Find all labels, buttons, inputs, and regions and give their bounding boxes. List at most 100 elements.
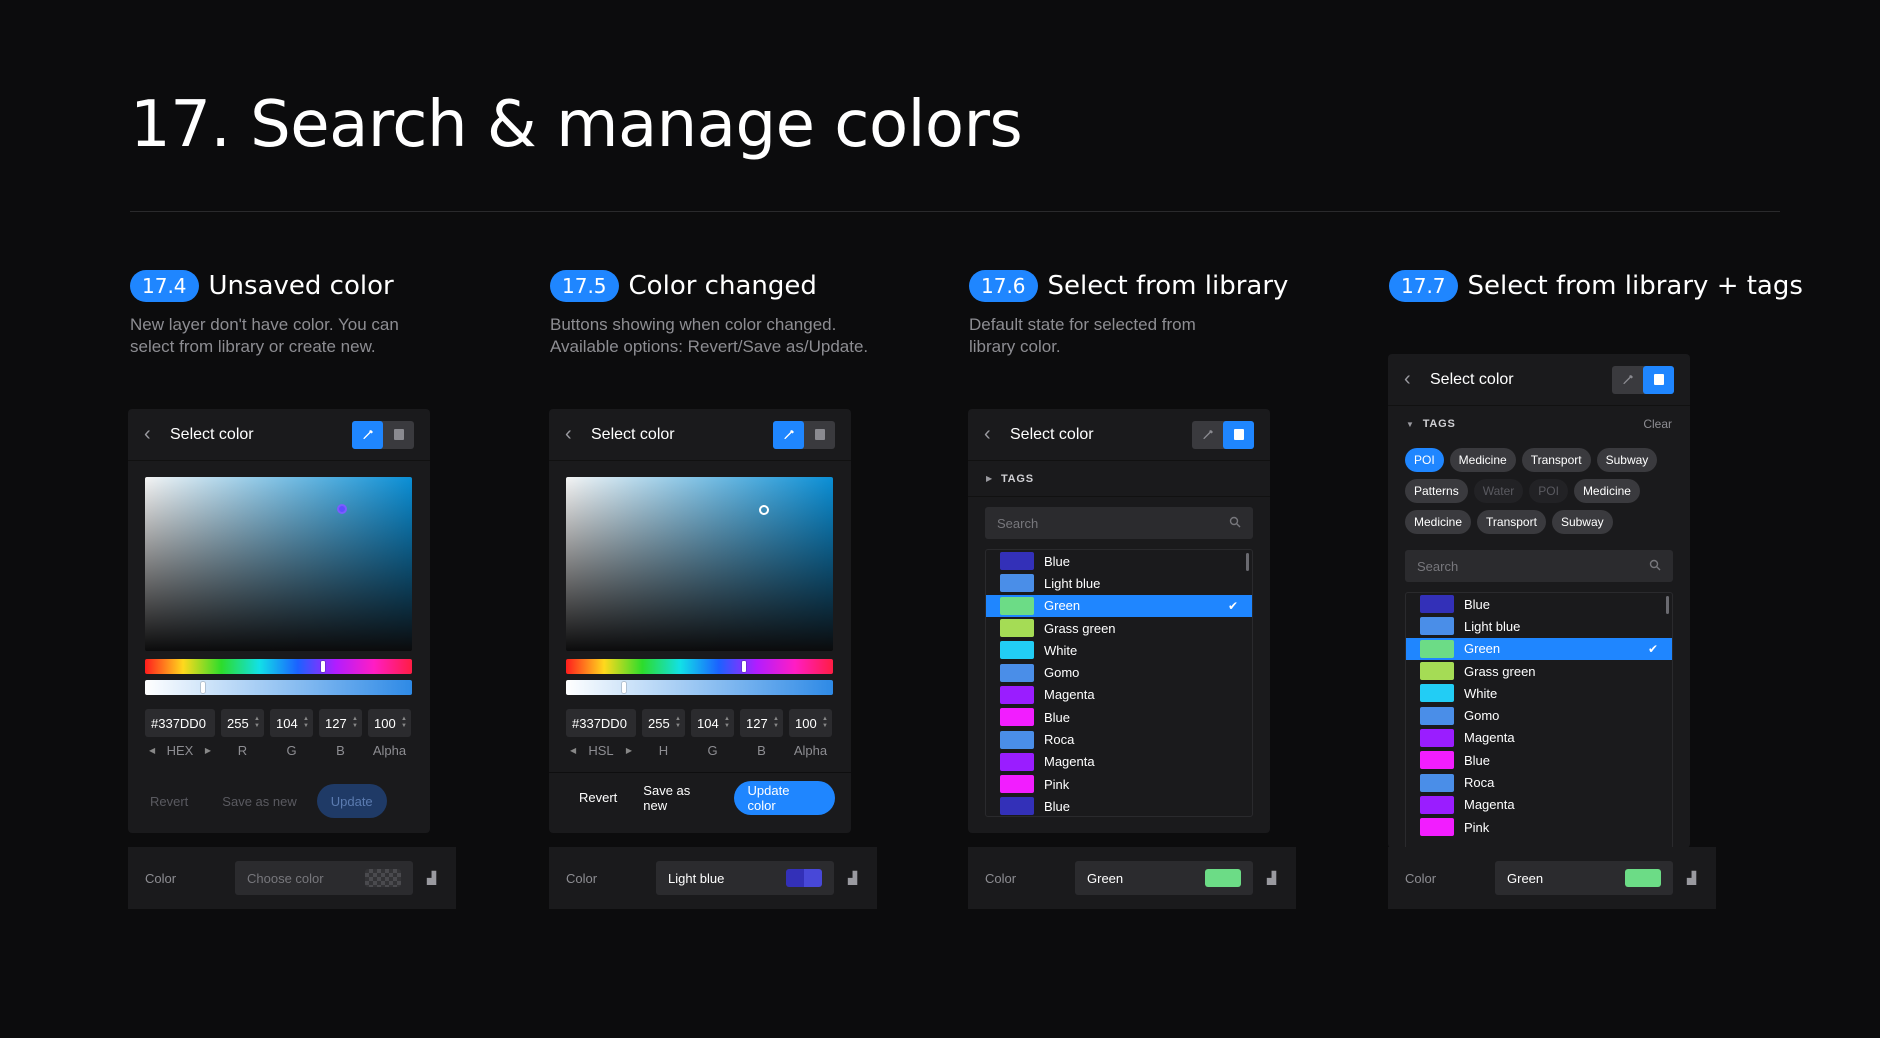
levels-icon[interactable]: ▟ — [848, 871, 857, 885]
book-icon[interactable] — [383, 421, 414, 449]
search-input[interactable]: Search — [1405, 550, 1673, 582]
picker-handle[interactable] — [337, 504, 347, 514]
tag-chip[interactable]: Patterns — [1405, 479, 1468, 503]
alpha-input[interactable]: 100 ▲ ▼ — [789, 709, 832, 737]
color-list-item[interactable]: Grass green — [1406, 660, 1672, 682]
chevron-left-icon[interactable]: ‹ — [984, 423, 1004, 446]
color-list-item[interactable]: White — [1406, 682, 1672, 704]
h-input[interactable]: 255 ▲ ▼ — [642, 709, 685, 737]
saturation-picker[interactable] — [145, 477, 412, 651]
book-icon[interactable] — [804, 421, 835, 449]
tag-chip[interactable]: Medicine — [1449, 448, 1516, 472]
mode-switcher[interactable]: ◀ HEX ▶ — [145, 743, 215, 758]
levels-icon[interactable]: ▟ — [1687, 871, 1696, 885]
color-list-item[interactable]: Blue — [986, 550, 1252, 572]
stepper-icon[interactable]: ▲ ▼ — [724, 716, 730, 730]
hue-thumb[interactable] — [321, 661, 325, 672]
color-select-field[interactable]: Light blue — [656, 861, 834, 895]
update-color-button[interactable]: Update color — [733, 780, 835, 815]
b-input[interactable]: 127 ▲ ▼ — [740, 709, 783, 737]
stepper-icon[interactable]: ▲ ▼ — [675, 716, 681, 730]
g-input[interactable]: 104 ▲ ▼ — [691, 709, 734, 737]
hue-slider[interactable] — [145, 659, 412, 674]
revert-button[interactable]: Revert — [563, 790, 633, 805]
tag-chip[interactable]: Subway — [1596, 448, 1658, 472]
levels-icon[interactable]: ▟ — [1267, 871, 1276, 885]
tag-chip[interactable]: Water — [1473, 479, 1524, 503]
stepper-icon[interactable]: ▲ ▼ — [254, 716, 260, 730]
color-select-field[interactable]: Choose color — [235, 861, 413, 895]
tag-chip[interactable]: POI — [1405, 448, 1444, 472]
hex-input[interactable]: #337DD0 — [145, 709, 215, 737]
alpha-slider[interactable] — [145, 680, 412, 695]
color-list-item[interactable]: Roca — [1406, 771, 1672, 793]
chevron-left-icon[interactable]: ‹ — [565, 423, 585, 446]
stepper-icon[interactable]: ▲ ▼ — [401, 716, 407, 730]
color-list-item[interactable]: Blue — [1406, 593, 1672, 615]
book-icon[interactable] — [1643, 365, 1674, 394]
color-list-item[interactable]: Blue — [986, 795, 1252, 816]
eyedropper-icon[interactable] — [1612, 366, 1643, 394]
stepper-icon[interactable]: ▲ ▼ — [303, 716, 309, 730]
scrollbar[interactable] — [1666, 596, 1669, 614]
tag-chip[interactable]: Medicine — [1405, 510, 1472, 534]
mode-switcher[interactable]: ◀ HSL ▶ — [566, 743, 636, 758]
saturation-picker[interactable] — [566, 477, 833, 651]
save-as-new-button[interactable]: Save as new — [202, 794, 316, 809]
eyedropper-icon[interactable] — [352, 420, 383, 449]
color-list-item[interactable]: Magenta — [986, 751, 1252, 773]
hue-thumb[interactable] — [742, 661, 746, 672]
color-list-item[interactable]: Magenta — [1406, 794, 1672, 816]
caret-right-icon[interactable]: ▶ — [205, 746, 211, 755]
color-list-item[interactable]: White — [986, 639, 1252, 661]
stepper-icon[interactable]: ▲ ▼ — [352, 716, 358, 730]
color-list-item[interactable]: Magenta — [986, 684, 1252, 706]
caret-left-icon[interactable]: ◀ — [570, 746, 576, 755]
color-list-item[interactable]: Blue — [1406, 749, 1672, 771]
color-list-item[interactable]: Light blue — [1406, 615, 1672, 637]
r-input[interactable]: 255 ▲ ▼ — [221, 709, 264, 737]
color-list-item[interactable]: Gomo — [986, 661, 1252, 683]
caret-right-icon[interactable]: ▶ — [626, 746, 632, 755]
tag-chip[interactable]: Subway — [1551, 510, 1613, 534]
chevron-left-icon[interactable]: ‹ — [1404, 368, 1424, 391]
hue-slider[interactable] — [566, 659, 833, 674]
color-list-item[interactable]: Pink — [986, 773, 1252, 795]
clear-tags-button[interactable]: Clear — [1643, 417, 1672, 431]
color-select-field[interactable]: Green — [1495, 861, 1673, 895]
tags-toggle[interactable]: ▶ TAGS — [968, 461, 1270, 497]
color-list-item[interactable]: Blue — [986, 706, 1252, 728]
picker-handle[interactable] — [759, 505, 769, 515]
color-list-item[interactable]: Gomo — [1406, 704, 1672, 726]
color-list-item[interactable]: Light blue — [986, 572, 1252, 594]
caret-left-icon[interactable]: ◀ — [149, 746, 155, 755]
levels-icon[interactable]: ▟ — [427, 871, 436, 885]
tag-chip[interactable]: POI — [1529, 479, 1568, 503]
stepper-icon[interactable]: ▲ ▼ — [773, 716, 779, 730]
tag-chip[interactable]: Medicine — [1573, 479, 1640, 503]
tag-chip[interactable]: Transport — [1477, 510, 1546, 534]
scrollbar[interactable] — [1246, 553, 1249, 571]
color-list-item[interactable]: Pink — [1406, 816, 1672, 838]
color-list-item[interactable]: Roca — [986, 728, 1252, 750]
color-list-item[interactable]: Green ✔ — [1406, 637, 1672, 660]
save-as-new-button[interactable]: Save as new — [633, 783, 733, 813]
book-icon[interactable] — [1223, 420, 1254, 449]
color-list-item[interactable]: Magenta — [1406, 727, 1672, 749]
update-button[interactable]: Update — [316, 784, 387, 818]
alpha-thumb[interactable] — [201, 682, 205, 693]
b-input[interactable]: 127 ▲ ▼ — [319, 709, 362, 737]
revert-button[interactable]: Revert — [136, 794, 202, 809]
alpha-input[interactable]: 100 ▲ ▼ — [368, 709, 411, 737]
eyedropper-icon[interactable] — [1192, 421, 1223, 449]
alpha-thumb[interactable] — [622, 682, 626, 693]
color-select-field[interactable]: Green — [1075, 861, 1253, 895]
tags-header[interactable]: ▼ TAGS Clear — [1388, 406, 1690, 442]
g-input[interactable]: 104 ▲ ▼ — [270, 709, 313, 737]
alpha-slider[interactable] — [566, 680, 833, 695]
color-list-item[interactable]: Green ✔ — [986, 594, 1252, 617]
hex-input[interactable]: #337DD0 — [566, 709, 636, 737]
eyedropper-icon[interactable] — [773, 420, 804, 449]
color-list-item[interactable]: Grass green — [986, 617, 1252, 639]
search-input[interactable]: Search — [985, 507, 1253, 539]
